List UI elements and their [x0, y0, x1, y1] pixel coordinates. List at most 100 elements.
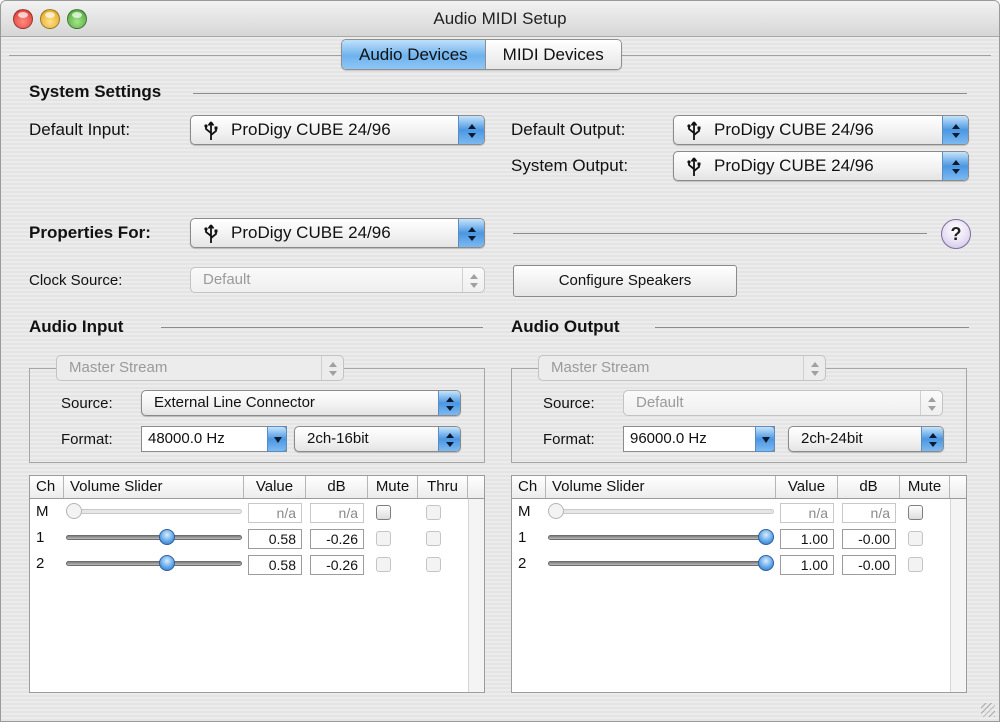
default-output-value: ProDigy CUBE 24/96	[714, 120, 874, 139]
chevron-updown-icon	[942, 152, 968, 180]
channel-label: M	[518, 503, 531, 520]
volume-slider-knob[interactable]	[158, 555, 175, 571]
tab-audio-devices[interactable]: Audio Devices	[342, 40, 485, 69]
value-cell[interactable]: n/a	[248, 503, 302, 523]
value-cell[interactable]: 0.58	[248, 555, 302, 575]
audio-input-source-popup[interactable]: External Line Connector	[141, 390, 461, 416]
audio-input-stream-popup[interactable]: Master Stream	[56, 355, 344, 381]
chevron-updown-icon	[438, 427, 460, 451]
column-header[interactable]: Volume Slider	[546, 476, 776, 498]
volume-slider-track[interactable]	[548, 561, 774, 566]
tab-midi-devices[interactable]: MIDI Devices	[484, 40, 621, 69]
help-button[interactable]: ?	[941, 219, 971, 249]
volume-slider-track[interactable]	[66, 535, 242, 540]
volume-slider-knob[interactable]	[758, 529, 774, 545]
channel-label: 1	[518, 529, 527, 546]
db-cell[interactable]: n/a	[842, 503, 896, 523]
audio-output-stream-popup[interactable]: Master Stream	[538, 355, 826, 381]
column-header[interactable]: Mute	[900, 476, 950, 498]
volume-slider-track[interactable]	[548, 535, 774, 540]
column-header[interactable]: Value	[776, 476, 838, 498]
chevron-updown-icon	[462, 268, 484, 292]
mute-checkbox[interactable]	[376, 531, 391, 546]
properties-for-label: Properties For:	[29, 223, 151, 242]
system-settings-divider	[193, 93, 967, 94]
default-input-popup[interactable]: ProDigy CUBE 24/96	[190, 115, 485, 145]
properties-divider	[513, 233, 927, 234]
audio-input-channels-value: 2ch-16bit	[307, 430, 369, 447]
column-header[interactable]: Ch	[512, 476, 546, 498]
value-cell[interactable]: 1.00	[780, 555, 834, 575]
audio-input-rate-combo[interactable]: 48000.0 Hz	[141, 426, 287, 452]
db-cell[interactable]: -0.00	[842, 529, 896, 549]
value-cell[interactable]: n/a	[780, 503, 834, 523]
mute-checkbox[interactable]	[908, 557, 923, 572]
audio-output-source-label: Source:	[543, 395, 595, 412]
volume-slider-knob[interactable]	[548, 503, 564, 519]
db-cell[interactable]: n/a	[310, 503, 364, 523]
properties-for-popup[interactable]: ProDigy CUBE 24/96	[190, 218, 485, 248]
audio-input-channels-popup[interactable]: 2ch-16bit	[294, 426, 461, 452]
window-title: Audio MIDI Setup	[433, 9, 567, 28]
column-header[interactable]: Mute	[368, 476, 418, 498]
chevron-down-icon[interactable]	[267, 426, 287, 452]
volume-slider-track[interactable]	[548, 509, 774, 514]
volume-slider-knob[interactable]	[66, 503, 82, 519]
audio-input-rate-value: 48000.0 Hz	[148, 430, 225, 447]
default-output-popup[interactable]: ProDigy CUBE 24/96	[673, 115, 969, 145]
usb-icon	[204, 224, 218, 243]
chevron-updown-icon	[458, 116, 484, 144]
column-header[interactable]: dB	[306, 476, 368, 498]
usb-icon	[687, 157, 701, 176]
default-input-value: ProDigy CUBE 24/96	[231, 120, 391, 139]
configure-speakers-button[interactable]: Configure Speakers	[513, 265, 737, 297]
resize-grip-icon[interactable]	[981, 703, 995, 717]
clock-source-popup[interactable]: Default	[190, 267, 485, 293]
vertical-scrollbar[interactable]	[468, 499, 484, 692]
vertical-scrollbar[interactable]	[950, 499, 966, 692]
mute-checkbox[interactable]	[376, 505, 391, 520]
column-header[interactable]: dB	[838, 476, 900, 498]
table-header: Ch Volume Slider Value dB Mute	[512, 476, 966, 499]
usb-icon	[204, 121, 218, 140]
mute-checkbox[interactable]	[908, 505, 923, 520]
audio-output-rate-value: 96000.0 Hz	[630, 430, 707, 447]
volume-slider-knob[interactable]	[758, 555, 774, 571]
system-output-popup[interactable]: ProDigy CUBE 24/96	[673, 151, 969, 181]
db-cell[interactable]: -0.26	[310, 555, 364, 575]
value-cell[interactable]: 1.00	[780, 529, 834, 549]
chevron-updown-icon	[321, 356, 343, 380]
table-header: Ch Volume Slider Value dB Mute Thru	[30, 476, 484, 499]
volume-slider-knob[interactable]	[158, 529, 175, 545]
audio-output-rate-combo[interactable]: 96000.0 Hz	[623, 426, 775, 452]
audio-output-source-popup[interactable]: Default	[623, 390, 943, 416]
mute-checkbox[interactable]	[908, 531, 923, 546]
audio-output-source-value: Default	[636, 394, 684, 411]
volume-slider-track[interactable]	[66, 509, 242, 514]
audio-output-channels-popup[interactable]: 2ch-24bit	[788, 426, 944, 452]
thru-checkbox[interactable]	[426, 531, 441, 546]
db-cell[interactable]: -0.26	[310, 529, 364, 549]
system-output-label: System Output:	[511, 156, 629, 175]
db-cell[interactable]: -0.00	[842, 555, 896, 575]
column-header[interactable]: Volume Slider	[64, 476, 244, 498]
audio-output-channels-value: 2ch-24bit	[801, 430, 863, 447]
audio-input-heading: Audio Input	[29, 317, 124, 336]
column-header[interactable]: Thru	[418, 476, 468, 498]
chevron-updown-icon	[920, 391, 942, 415]
column-header[interactable]: Ch	[30, 476, 64, 498]
default-input-label: Default Input:	[29, 120, 131, 139]
thru-checkbox[interactable]	[426, 505, 441, 520]
chevron-down-icon[interactable]	[755, 426, 775, 452]
value-cell[interactable]: 0.58	[248, 529, 302, 549]
properties-for-value: ProDigy CUBE 24/96	[231, 223, 391, 242]
audio-output-stream-value: Master Stream	[551, 359, 650, 376]
default-output-label: Default Output:	[511, 120, 626, 139]
mute-checkbox[interactable]	[376, 557, 391, 572]
clock-source-label: Clock Source:	[29, 272, 123, 289]
audio-input-divider	[161, 327, 483, 328]
audio-input-format-label: Format:	[61, 431, 113, 448]
thru-checkbox[interactable]	[426, 557, 441, 572]
column-header[interactable]: Value	[244, 476, 306, 498]
volume-slider-track[interactable]	[66, 561, 242, 566]
